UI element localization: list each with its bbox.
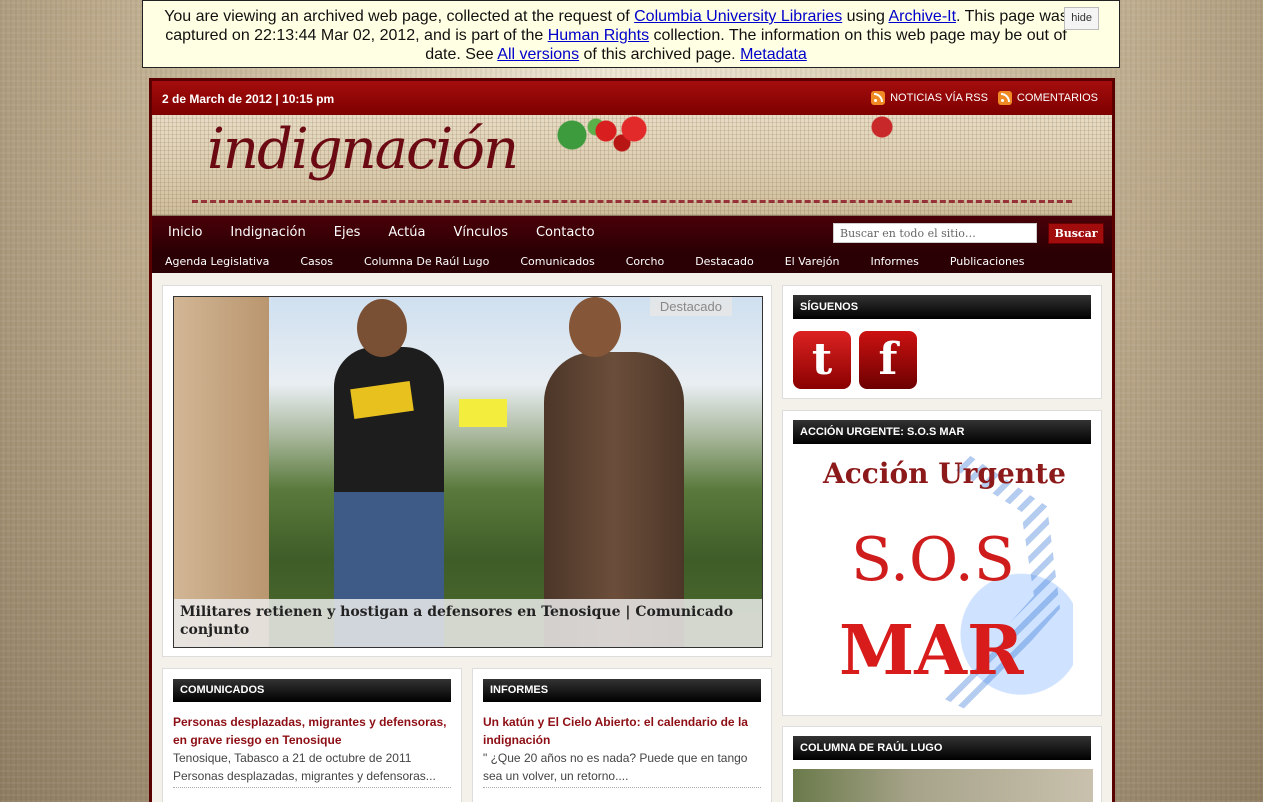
site-header: indignación [152, 115, 1112, 216]
nav-item-ejes[interactable]: Ejes [334, 225, 361, 240]
featured-category-tag[interactable]: Destacado [649, 297, 732, 316]
subnav-item-comunicados[interactable]: Comunicados [520, 255, 594, 268]
feed-links: NOTICIAS VÍA RSS COMENTARIOS [871, 91, 1098, 105]
rss-icon [871, 91, 886, 105]
columna-heading: COLUMNA DE RAÚL LUGO [793, 736, 1091, 760]
rss-comments-link[interactable]: COMENTARIOS [997, 91, 1098, 105]
comunicados-post-title[interactable]: Personas desplazadas, migrantes y defens… [173, 713, 451, 749]
search-input[interactable]: Buscar en todo el sitio… [833, 223, 1037, 243]
siguenos-widget: SÍGUENOS t f [782, 285, 1102, 399]
subnav-item-destacado[interactable]: Destacado [695, 255, 754, 268]
rss-comments-label: COMENTARIOS [1016, 92, 1098, 104]
featured-caption[interactable]: Militares retienen y hostigan a defensor… [174, 599, 762, 647]
twitter-icon[interactable]: t [793, 331, 851, 389]
accion-urgente-widget: ACCIÓN URGENTE: S.O.S MAR Acción Urgente… [782, 410, 1102, 716]
rss-icon [997, 91, 1012, 105]
facebook-icon[interactable]: f [859, 331, 917, 389]
embroidery-flower [852, 115, 912, 155]
hide-button[interactable]: hide [1064, 7, 1099, 30]
search-button[interactable]: Buscar [1048, 223, 1104, 244]
banner-line-1: Acción Urgente [823, 457, 1066, 490]
informes-post-excerpt: " ¿Que 20 años no es nada? Puede que en … [483, 751, 748, 783]
subnav-item-el-varejon[interactable]: El Varejón [785, 255, 840, 268]
photo-figure [569, 297, 621, 357]
comunicados-box: COMUNICADOS Personas desplazadas, migran… [162, 668, 462, 802]
main-content: Destacado Militares retienen y hostigan … [152, 273, 1112, 802]
embroidery-flower [582, 115, 662, 155]
featured-photo[interactable]: Destacado Militares retienen y hostigan … [173, 296, 763, 648]
accion-urgente-heading: ACCIÓN URGENTE: S.O.S MAR [793, 420, 1091, 444]
photo-figure [174, 297, 269, 647]
subnav-item-informes[interactable]: Informes [870, 255, 918, 268]
rss-news-link[interactable]: NOTICIAS VÍA RSS [871, 91, 988, 105]
site-inner: 2 de March de 2012 | 10:15 pm NOTICIAS V… [152, 81, 1112, 802]
subnav-item-agenda-legislativa[interactable]: Agenda Legislativa [165, 255, 269, 268]
comunicados-heading: COMUNICADOS [173, 679, 451, 702]
informes-post-title[interactable]: Un katún y El Cielo Abierto: el calendar… [483, 713, 761, 749]
all-versions-link[interactable]: All versions [497, 46, 579, 63]
archive-text-2: using [842, 8, 889, 25]
banner-line-3: MAR [839, 611, 1024, 691]
site-logo[interactable]: indignación [207, 117, 519, 182]
main-navigation: Inicio Indignación Ejes Actúa Vínculos C… [152, 216, 1112, 250]
nav-item-contacto[interactable]: Contacto [536, 225, 595, 240]
subnav-item-columna-raul-lugo[interactable]: Columna De Raúl Lugo [364, 255, 489, 268]
subnav-item-casos[interactable]: Casos [300, 255, 333, 268]
archive-text-5: of this archived page. [579, 46, 741, 63]
accion-urgente-banner[interactable]: Acción Urgente S.O.S MAR [813, 455, 1073, 711]
divider [173, 787, 451, 788]
rss-news-label: NOTICIAS VÍA RSS [890, 92, 988, 104]
divider [483, 787, 761, 788]
nav-item-indignacion[interactable]: Indignación [230, 225, 305, 240]
columna-thumbnail[interactable] [793, 769, 1093, 802]
stitch-decoration [192, 200, 1072, 203]
category-navigation: Agenda Legislativa Casos Columna De Raúl… [152, 250, 1112, 273]
archive-notice-banner: You are viewing an archived web page, co… [142, 0, 1120, 68]
nav-item-inicio[interactable]: Inicio [168, 225, 202, 240]
comunicados-post-excerpt: Tenosique, Tabasco a 21 de octubre de 20… [173, 751, 436, 783]
informes-box: INFORMES Un katún y El Cielo Abierto: el… [472, 668, 772, 802]
subnav-item-corcho[interactable]: Corcho [626, 255, 664, 268]
current-date: 2 de March de 2012 | 10:15 pm [162, 92, 335, 106]
subnav-item-publicaciones[interactable]: Publicaciones [950, 255, 1025, 268]
banner-line-2: S.O.S [851, 525, 1015, 595]
top-bar: 2 de March de 2012 | 10:15 pm NOTICIAS V… [152, 81, 1112, 115]
human-rights-link[interactable]: Human Rights [548, 27, 649, 44]
informes-heading: INFORMES [483, 679, 761, 702]
siguenos-heading: SÍGUENOS [793, 295, 1091, 319]
photo-figure [357, 299, 407, 357]
columbia-libraries-link[interactable]: Columbia University Libraries [634, 8, 842, 25]
nav-item-vinculos[interactable]: Vínculos [454, 225, 508, 240]
archive-text-1: You are viewing an archived web page, co… [164, 8, 635, 25]
metadata-link[interactable]: Metadata [740, 46, 807, 63]
nav-item-actua[interactable]: Actúa [388, 225, 425, 240]
columna-raul-lugo-widget: COLUMNA DE RAÚL LUGO [782, 726, 1102, 802]
archive-it-link[interactable]: Archive-It [888, 8, 956, 25]
featured-slider: Destacado Militares retienen y hostigan … [162, 285, 772, 657]
site-frame: 2 de March de 2012 | 10:15 pm NOTICIAS V… [149, 78, 1115, 802]
photo-figure [459, 399, 507, 427]
